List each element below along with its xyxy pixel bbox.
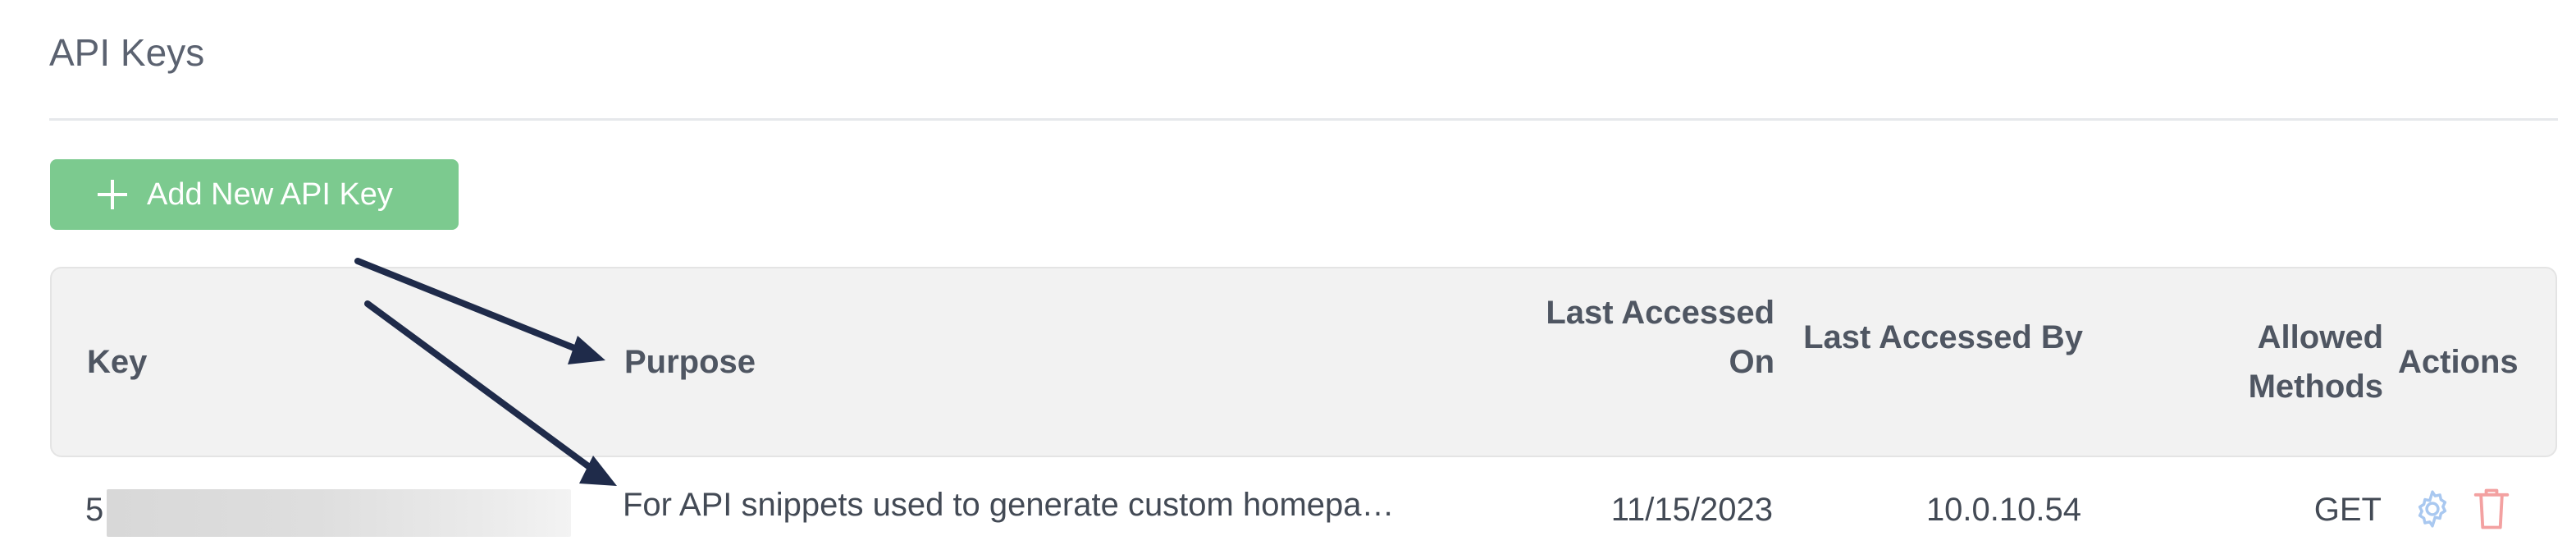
column-header-key: Key — [87, 344, 148, 380]
add-new-api-key-button[interactable]: Add New API Key — [50, 159, 459, 230]
add-new-api-key-label: Add New API Key — [147, 176, 393, 212]
table-row: 5 For API snippets used to generate cust… — [50, 460, 2557, 559]
column-header-purpose: Purpose — [624, 344, 756, 380]
last-accessed-by-cell: 10.0.10.54 — [1925, 492, 2081, 528]
api-key-redaction — [107, 489, 571, 537]
title-divider — [49, 118, 2558, 121]
column-header-actions: Actions — [2398, 344, 2519, 380]
column-header-last-accessed-on: Last Accessed On — [1546, 295, 1774, 380]
column-header-last-accessed-by: Last Accessed By — [1803, 319, 2083, 355]
gear-icon[interactable] — [2411, 488, 2454, 530]
api-keys-table-header: Key Purpose Last Accessed On Last Access… — [50, 267, 2557, 457]
api-key-cell: 5 — [85, 489, 571, 537]
last-accessed-on-cell: 11/15/2023 — [1610, 492, 1773, 528]
allowed-methods-cell: GET — [2313, 492, 2382, 528]
plus-icon — [98, 180, 127, 209]
column-header-allowed-methods: Allowed Methods — [2248, 319, 2383, 405]
purpose-cell: For API snippets used to generate custom… — [623, 487, 1395, 523]
page-title: API Keys — [49, 31, 205, 74]
trash-icon[interactable] — [2470, 484, 2513, 534]
api-key-prefix: 5 — [85, 492, 104, 528]
